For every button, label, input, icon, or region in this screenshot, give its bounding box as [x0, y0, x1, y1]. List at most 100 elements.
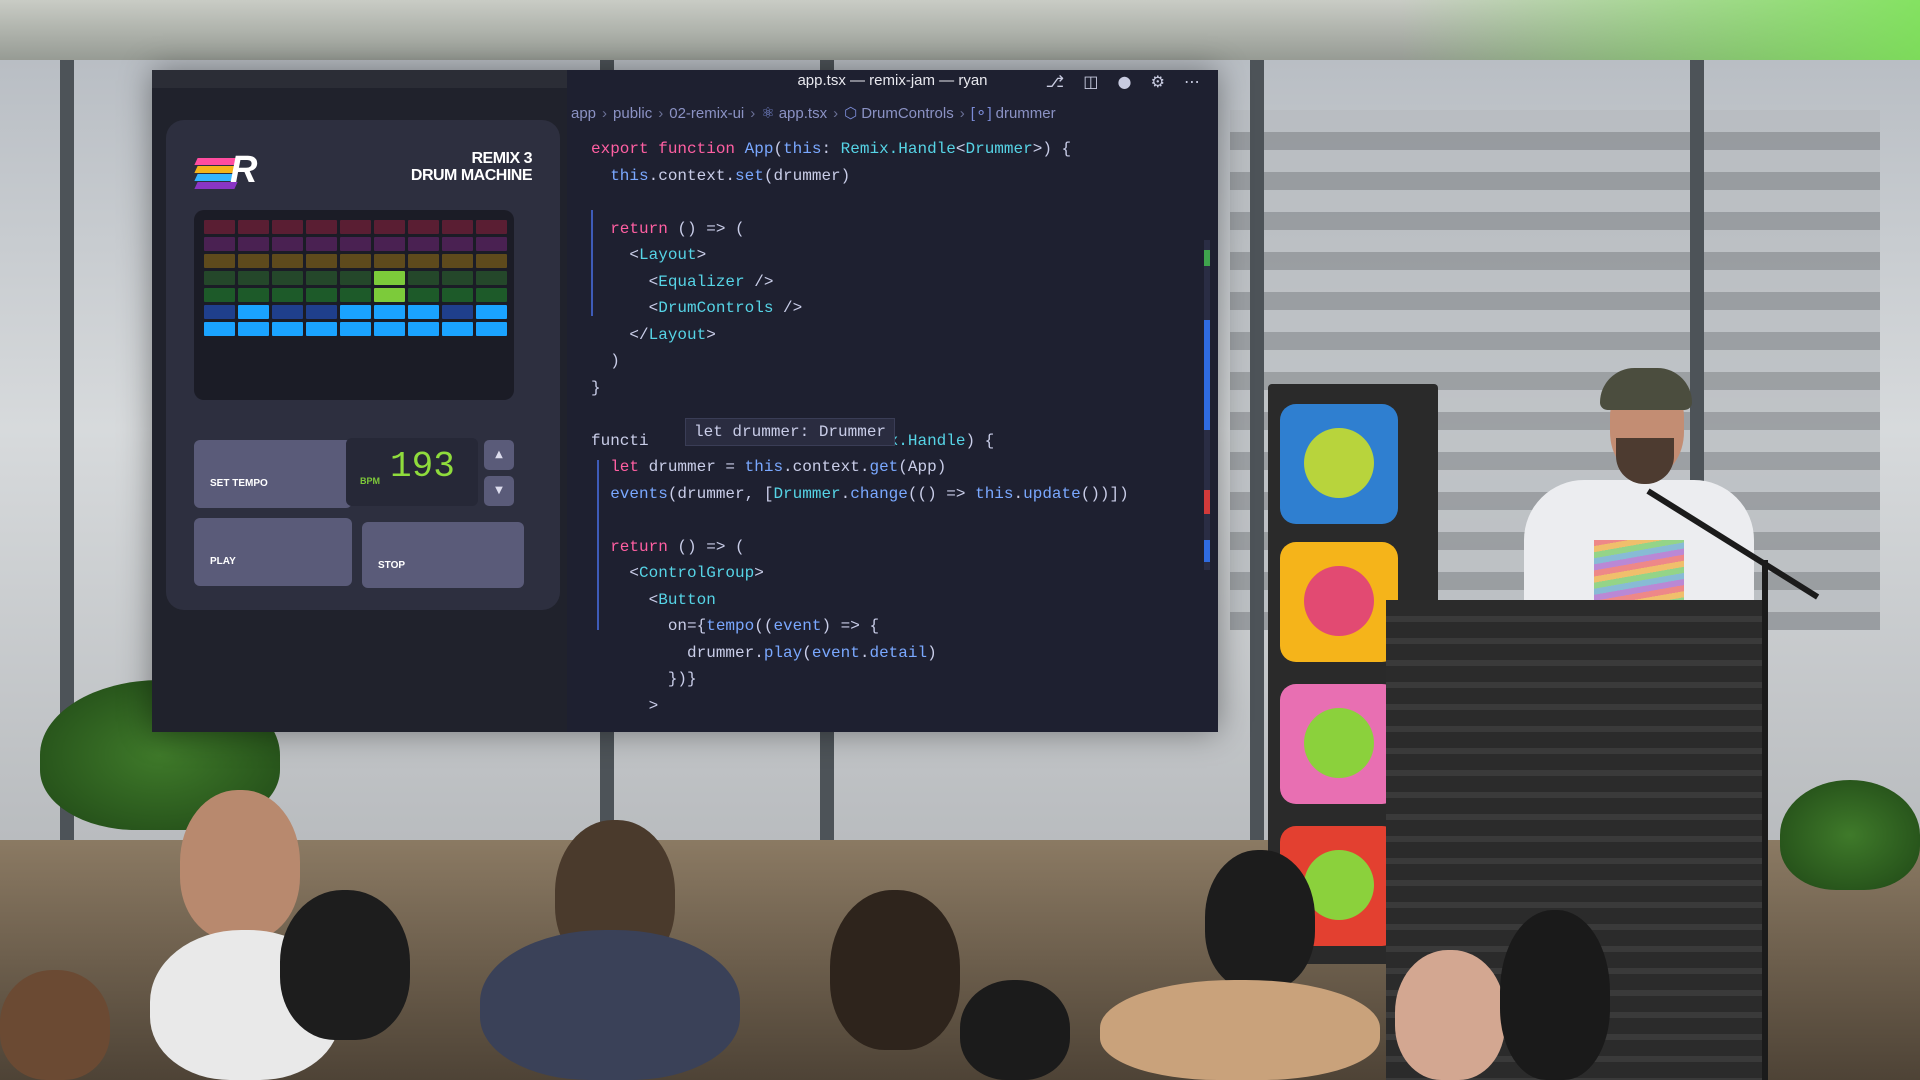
ceiling-light — [1400, 0, 1920, 60]
equalizer-cell — [204, 220, 235, 234]
breadcrumb-item[interactable]: app.tsx — [779, 105, 827, 122]
bpm-value: 193 — [390, 446, 455, 487]
equalizer-cell — [442, 322, 473, 336]
breadcrumb-item[interactable]: drummer — [996, 105, 1056, 122]
equalizer-cell — [408, 288, 439, 302]
breadcrumb-item[interactable]: app — [571, 105, 596, 122]
equalizer-cell — [204, 288, 235, 302]
equalizer-cell — [476, 254, 507, 268]
unsaved-dot-icon: ● — [1117, 72, 1132, 91]
equalizer-cell — [476, 271, 507, 285]
scrollbar-marker — [1204, 320, 1210, 430]
code-line[interactable]: return () => ( — [591, 216, 1129, 243]
equalizer-grid — [204, 220, 514, 336]
code-line[interactable]: <DrumControls /> — [591, 295, 1129, 322]
equalizer-cell — [204, 322, 235, 336]
equalizer-cell — [442, 305, 473, 319]
equalizer-cell — [238, 288, 269, 302]
code-line[interactable]: let drummer = this.context.get(App) — [591, 454, 1129, 481]
code-line[interactable]: <Equalizer /> — [591, 269, 1129, 296]
scrollbar-marker — [1204, 540, 1210, 562]
speaker-panel — [1280, 684, 1398, 804]
gear-icon[interactable]: ⚙ — [1151, 72, 1165, 91]
equalizer-cell — [306, 220, 337, 234]
breadcrumb-item[interactable]: public — [613, 105, 652, 122]
equalizer-cell — [238, 322, 269, 336]
chevron-right-icon: › — [833, 105, 839, 122]
equalizer-cell — [340, 305, 371, 319]
equalizer-cell — [272, 237, 303, 251]
symbol-function-icon: ⬡ — [844, 105, 858, 122]
code-line[interactable] — [591, 507, 1129, 534]
breadcrumb: app › public › 02-remix-ui › ⚛ app.tsx › ⬡ DrumCon… — [567, 104, 1222, 128]
stop-button[interactable]: STOP — [362, 522, 524, 588]
hover-tooltip: let drummer: Drummer — [685, 418, 896, 446]
equalizer-cell — [374, 271, 405, 285]
split-editor-icon[interactable]: ◫ — [1083, 72, 1098, 91]
equalizer-cell — [442, 254, 473, 268]
code-line[interactable]: return () => ( — [591, 534, 1129, 561]
set-tempo-button[interactable]: SET TEMPO — [194, 440, 352, 508]
code-line[interactable]: <Layout> — [591, 242, 1129, 269]
scrollbar-marker — [1204, 490, 1210, 514]
code-line[interactable] — [591, 189, 1129, 216]
chevron-right-icon: › — [658, 105, 664, 122]
source-control-icon[interactable]: ⎇ — [1046, 72, 1064, 91]
equalizer-cell — [408, 305, 439, 319]
breadcrumb-item[interactable]: 02-remix-ui — [669, 105, 744, 122]
stop-label: STOP — [378, 560, 406, 571]
scrollbar-marker — [1204, 250, 1210, 266]
equalizer-cell — [340, 254, 371, 268]
equalizer-cell — [238, 220, 269, 234]
code-line[interactable]: })} — [591, 666, 1129, 693]
speaker-panel — [1280, 542, 1398, 662]
drum-machine-app: R REMIX 3 DRUM MACHINE SET TEMPO BPM 193… — [166, 120, 560, 610]
equalizer-cell — [476, 322, 507, 336]
equalizer-cell — [408, 271, 439, 285]
equalizer-cell — [340, 220, 371, 234]
code-line[interactable]: on={tempo((event) => { — [591, 613, 1129, 640]
audience-head — [280, 890, 410, 1040]
tempo-up-button[interactable]: ▲ — [484, 440, 514, 470]
logo-letter: R — [230, 149, 258, 191]
editor-titlebar: app.tsx — remix-jam — ryan ⎇ ◫ ● ⚙ ⋯ — [567, 70, 1218, 102]
equalizer-cell — [238, 305, 269, 319]
equalizer-cell — [306, 288, 337, 302]
code-line[interactable]: events(drummer, [Drummer.change(() => th… — [591, 481, 1129, 508]
equalizer-cell — [476, 237, 507, 251]
equalizer-cell — [272, 305, 303, 319]
equalizer-cell — [340, 288, 371, 302]
bpm-display: BPM 193 — [346, 438, 478, 506]
code-line[interactable]: } — [591, 375, 1129, 402]
equalizer-cell — [272, 220, 303, 234]
equalizer-cell — [442, 288, 473, 302]
audience-body — [1100, 980, 1380, 1080]
equalizer-cell — [204, 271, 235, 285]
play-button[interactable]: PLAY — [194, 518, 352, 586]
tempo-down-button[interactable]: ▼ — [484, 476, 514, 506]
equalizer-cell — [272, 288, 303, 302]
equalizer-cell — [374, 305, 405, 319]
code-line[interactable]: export function App(this: Remix.Handle<D… — [591, 136, 1129, 163]
equalizer-cell — [306, 322, 337, 336]
equalizer-cell — [374, 254, 405, 268]
equalizer-cell — [476, 305, 507, 319]
equalizer-cell — [374, 322, 405, 336]
code-line[interactable]: <ControlGroup> — [591, 560, 1129, 587]
equalizer-cell — [442, 237, 473, 251]
code-line[interactable]: <Button — [591, 587, 1129, 614]
remix-logo: R — [194, 149, 286, 191]
code-line[interactable]: this.context.set(drummer) — [591, 163, 1129, 190]
breadcrumb-item[interactable]: DrumControls — [861, 105, 954, 122]
equalizer-cell — [204, 237, 235, 251]
shirt-graphic — [1594, 540, 1684, 600]
code-line[interactable]: ) — [591, 348, 1129, 375]
audience-head — [1205, 850, 1315, 990]
code-line[interactable]: </Layout> — [591, 322, 1129, 349]
code-line[interactable]: > — [591, 693, 1129, 720]
titlebar-actions: ⎇ ◫ ● ⚙ ⋯ — [1032, 72, 1200, 91]
code-line[interactable]: drummer.play(event.detail) — [591, 640, 1129, 667]
equalizer-cell — [238, 271, 269, 285]
react-file-icon: ⚛ — [761, 105, 775, 122]
more-icon[interactable]: ⋯ — [1184, 72, 1200, 91]
